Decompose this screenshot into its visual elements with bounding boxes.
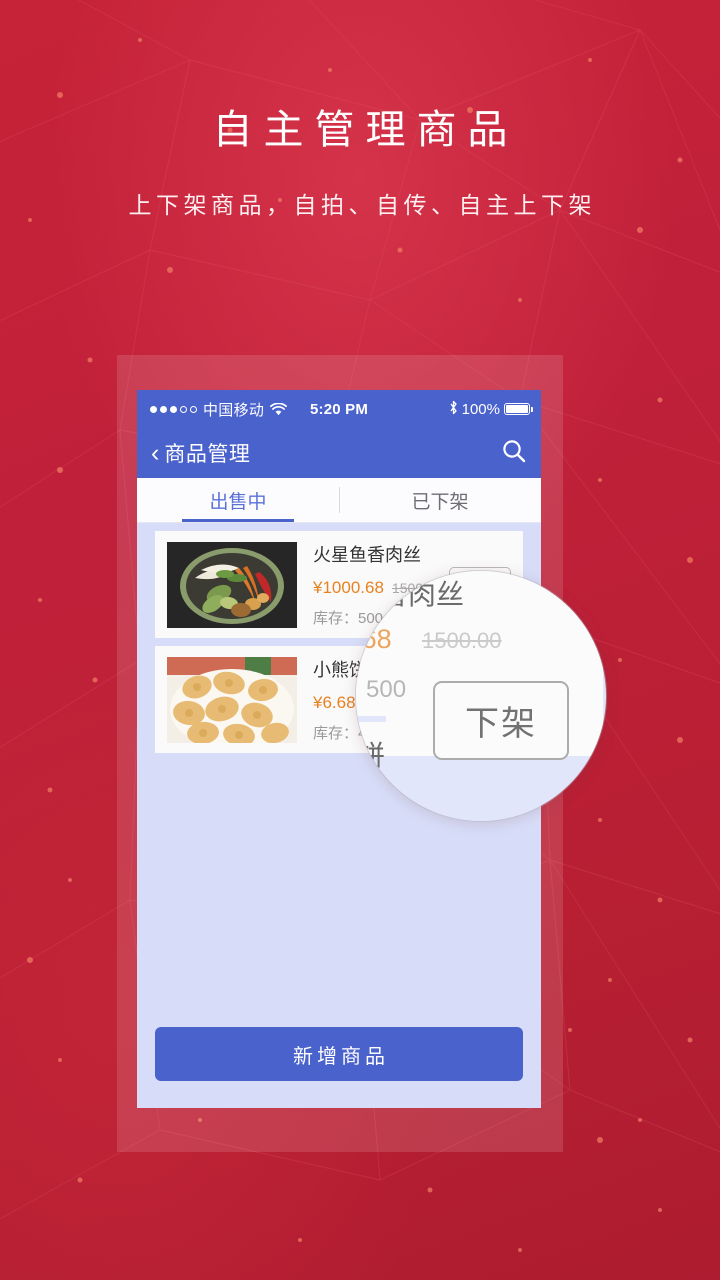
navigation-bar: ‹ 商品管理 <box>137 428 541 478</box>
add-product-button[interactable]: 新增商品 <box>155 1027 523 1081</box>
tab-on-sale[interactable]: 出售中 <box>137 478 339 522</box>
page-title: 自主管理商品 <box>212 108 519 152</box>
magnified-card-separator <box>356 716 386 722</box>
magnified-product-name-0: 火星鱼香肉丝 <box>356 579 465 610</box>
product-price: ¥6.68 <box>313 693 356 712</box>
magnified-product-price-0: 1000.68 <box>356 624 392 654</box>
magnifier-lens: 火星鱼香肉丝 1000.68 1500.00 库存：500 小熊饼 ¥6.68 … <box>355 570 607 822</box>
tab-off-shelf[interactable]: 已下架 <box>339 478 541 522</box>
magnified-take-off-shelf-button[interactable]: 下架 <box>433 681 569 760</box>
search-icon[interactable] <box>501 438 527 469</box>
magnified-product-price-1: ¥6.68 <box>356 789 364 820</box>
magnified-product-stock-0: 库存：500 <box>356 676 407 703</box>
status-bar: 中国移动 5:20 PM 100% <box>137 390 541 428</box>
magnifier-content: 火星鱼香肉丝 1000.68 1500.00 库存：500 小熊饼 ¥6.68 … <box>356 571 606 821</box>
back-button[interactable]: ‹ 商品管理 <box>151 438 250 468</box>
product-name: 火星鱼香肉丝 <box>313 545 421 565</box>
tab-bar: 出售中 已下架 <box>137 478 541 523</box>
magnified-product-name-1: 小熊饼 <box>356 740 386 771</box>
magnified-product-original-price-0: 1500.00 <box>422 628 502 653</box>
page-subtitle: 上下架商品，自拍、自传、自主上下架 <box>128 192 596 218</box>
status-bar-time: 5:20 PM <box>309 400 369 418</box>
nav-title: 商品管理 <box>164 443 251 466</box>
product-thumbnail-0 <box>167 541 297 628</box>
product-thumbnail-1 <box>167 656 297 743</box>
battery-icon <box>504 403 533 415</box>
chevron-left-icon: ‹ <box>151 438 160 467</box>
